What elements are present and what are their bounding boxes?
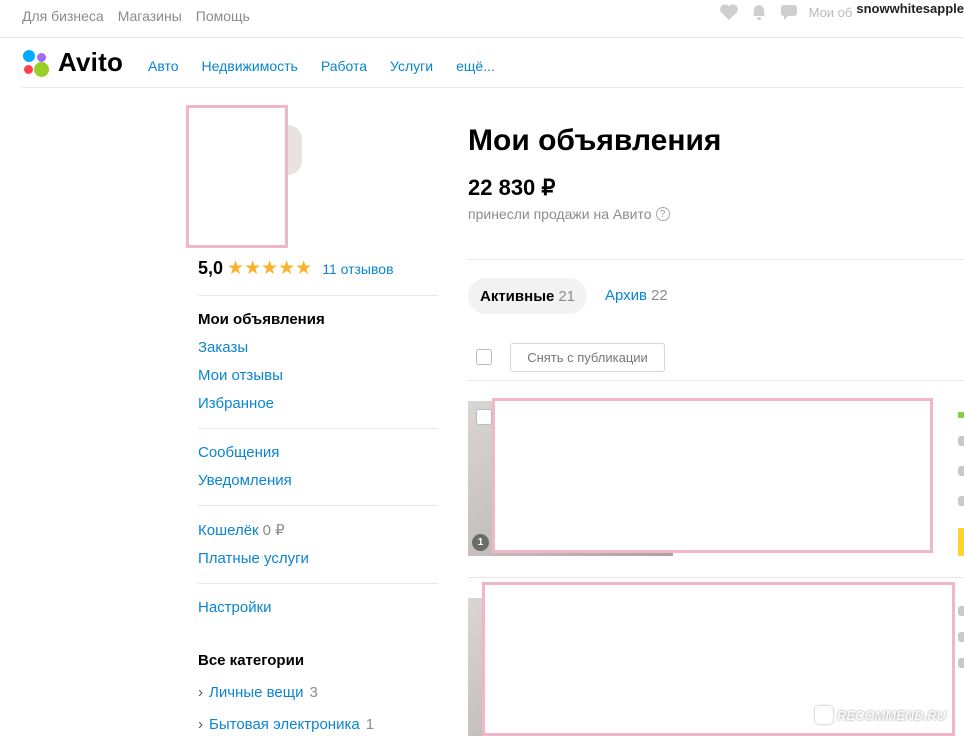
revenue-note: принесли продажи на Авито ? [468,206,670,222]
category-count: 1 [365,716,375,733]
nav-item-realty[interactable]: Недвижимость [202,58,298,74]
nav-item-services[interactable]: Услуги [390,58,433,74]
listing-details-redacted [492,398,933,553]
tab-active[interactable]: Активные 21 [468,278,588,314]
sidebar-item-label: Кошелёк [198,522,259,539]
sidebar-item-wallet[interactable]: Кошелёк 0 ₽ [198,521,285,539]
photo-count-badge: 1 [472,534,489,551]
sidebar-item-orders[interactable]: Заказы [198,339,248,356]
tab-label: Архив [605,287,648,304]
action-icon[interactable] [958,658,964,668]
sidebar-item-settings[interactable]: Настройки [198,599,272,616]
wallet-balance: 0 ₽ [262,522,285,539]
action-icon[interactable] [958,436,964,446]
heart-icon[interactable] [719,2,739,22]
sidebar-item-messages[interactable]: Сообщения [198,444,279,461]
section-divider [468,259,964,260]
profile-rating: 5,0 ★★★★★ 11 отзывов [198,257,394,280]
sidebar-item-notifications[interactable]: Уведомления [198,472,292,489]
logo-dots-icon [22,46,54,78]
action-icon[interactable] [958,606,964,616]
cut-menu-text[interactable]: Мои об [809,5,853,20]
main-nav: Avito Авто Недвижимость Работа Услуги ещ… [22,40,964,88]
categories-title: Все категории [198,652,305,669]
nav-item-auto[interactable]: Авто [148,58,179,74]
category-item[interactable]: › Личные вещи 3 [198,684,318,701]
select-all-checkbox[interactable] [476,349,492,365]
question-icon[interactable]: ? [655,207,670,221]
nav-item-jobs[interactable]: Работа [321,58,367,74]
unpublish-button[interactable]: Снять с публикации [510,343,665,372]
nav-menu: Авто Недвижимость Работа Услуги ещё... [148,58,495,74]
avatar-redacted [186,105,288,248]
sidebar-divider [198,505,438,506]
avatar-image-edge [288,125,302,175]
action-icon[interactable] [958,496,964,506]
sidebar-item-my-ads[interactable]: Мои объявления [198,311,325,328]
tab-archive[interactable]: Архив 22 [605,287,668,304]
sidebar-item-paid-services[interactable]: Платные услуги [198,550,309,567]
sidebar-divider [198,583,438,584]
top-link-shops[interactable]: Магазины [118,8,182,24]
action-icon[interactable] [958,466,964,476]
top-link-business[interactable]: Для бизнеса [22,8,104,24]
listing-checkbox[interactable] [476,409,492,425]
chevron-right-icon: › [198,716,203,733]
sales-revenue: 22 830 ₽ [468,175,556,200]
watermark: RECOMMEND.RU [815,702,946,728]
section-divider [468,577,964,578]
top-links: Для бизнеса Магазины Помощь [22,8,250,24]
nav-item-more[interactable]: ещё... [456,58,495,74]
top-link-help[interactable]: Помощь [196,8,250,24]
sidebar-divider [198,295,438,296]
reviews-link[interactable]: 11 отзывов [322,261,393,277]
sidebar-item-my-reviews[interactable]: Мои отзывы [198,367,283,384]
promote-button[interactable] [958,528,964,556]
category-item[interactable]: › Бытовая электроника 1 [198,716,374,733]
username[interactable]: snowwhitesapple [856,1,964,16]
top-user-area: Мои об snowwhitesapple [719,1,964,22]
top-utility-bar: Для бизнеса Магазины Помощь Мои об snoww… [0,0,964,38]
revenue-note-text: принесли продажи на Авито [468,206,652,222]
logo-wordmark: Avito [58,46,124,77]
section-divider [468,380,964,381]
watermark-text: RECOMMEND.RU [837,707,947,723]
page-title: Мои объявления [468,124,722,157]
action-icon[interactable] [958,632,964,642]
avito-logo[interactable]: Avito [22,46,123,78]
tab-label: Активные [480,287,555,305]
tab-count: 22 [651,287,668,304]
sidebar-divider [198,428,438,429]
chat-icon[interactable] [779,2,799,22]
sidebar-item-favorites[interactable]: Избранное [198,395,274,412]
chevron-right-icon: › [198,684,203,701]
recommend-logo-icon [815,706,833,724]
tab-count: 21 [558,287,576,305]
bell-icon[interactable] [749,2,769,22]
status-indicator [958,412,964,418]
category-label: Личные вещи [209,684,304,701]
rating-score: 5,0 [198,258,224,278]
category-count: 3 [309,684,318,701]
star-rating-icon: ★★★★★ [227,258,313,279]
category-label: Бытовая электроника [209,716,360,733]
